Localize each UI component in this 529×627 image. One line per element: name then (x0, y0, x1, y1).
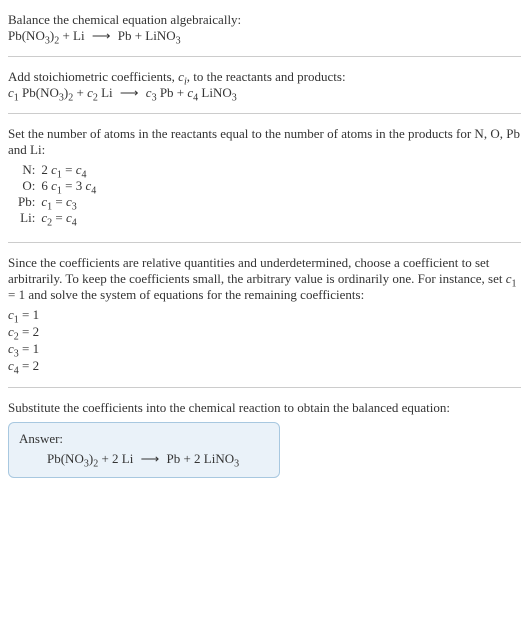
divider (8, 113, 521, 114)
intro-section: Balance the chemical equation algebraica… (8, 8, 521, 48)
step4-text: Substitute the coefficients into the che… (8, 400, 521, 416)
eq-value: c2 = c4 (41, 210, 96, 226)
atom-equations: N: 2 c1 = c4 O: 6 c1 = 3 c4 Pb: c1 = c3 … (18, 162, 96, 226)
divider (8, 242, 521, 243)
intro-text: Balance the chemical equation algebraica… (8, 12, 521, 28)
divider (8, 387, 521, 388)
answer-box: Answer: Pb(NO3)2 + 2 Li ⟶ Pb + 2 LiNO3 (8, 422, 280, 478)
step3-text: Since the coefficients are relative quan… (8, 255, 521, 303)
eq-value: c1 = c3 (41, 194, 96, 210)
step2-text: Set the number of atoms in the reactants… (8, 126, 521, 158)
eq-row-n: N: 2 c1 = c4 (18, 162, 96, 178)
solved-c4: c4 = 2 (8, 358, 521, 374)
eq-label: N: (18, 162, 41, 178)
solved-c1: c1 = 1 (8, 307, 521, 323)
solved-c3: c3 = 1 (8, 341, 521, 357)
step4-section: Substitute the coefficients into the che… (8, 396, 521, 482)
eq-row-o: O: 6 c1 = 3 c4 (18, 178, 96, 194)
step2-section: Set the number of atoms in the reactants… (8, 122, 521, 234)
intro-equation: Pb(NO3)2 + Li ⟶ Pb + LiNO3 (8, 28, 521, 44)
eq-label: O: (18, 178, 41, 194)
eq-row-li: Li: c2 = c4 (18, 210, 96, 226)
answer-label: Answer: (19, 431, 269, 447)
step1-text: Add stoichiometric coefficients, ci, to … (8, 69, 521, 85)
eq-value: 6 c1 = 3 c4 (41, 178, 96, 194)
eq-value: 2 c1 = c4 (41, 162, 96, 178)
solved-c2: c2 = 2 (8, 324, 521, 340)
step3-section: Since the coefficients are relative quan… (8, 251, 521, 379)
divider (8, 56, 521, 57)
step1-equation: c1 Pb(NO3)2 + c2 Li ⟶ c3 Pb + c4 LiNO3 (8, 85, 521, 101)
eq-row-pb: Pb: c1 = c3 (18, 194, 96, 210)
eq-label: Li: (18, 210, 41, 226)
solved-coefficients: c1 = 1 c2 = 2 c3 = 1 c4 = 2 (8, 307, 521, 374)
answer-equation: Pb(NO3)2 + 2 Li ⟶ Pb + 2 LiNO3 (19, 451, 269, 467)
step1-section: Add stoichiometric coefficients, ci, to … (8, 65, 521, 105)
eq-label: Pb: (18, 194, 41, 210)
